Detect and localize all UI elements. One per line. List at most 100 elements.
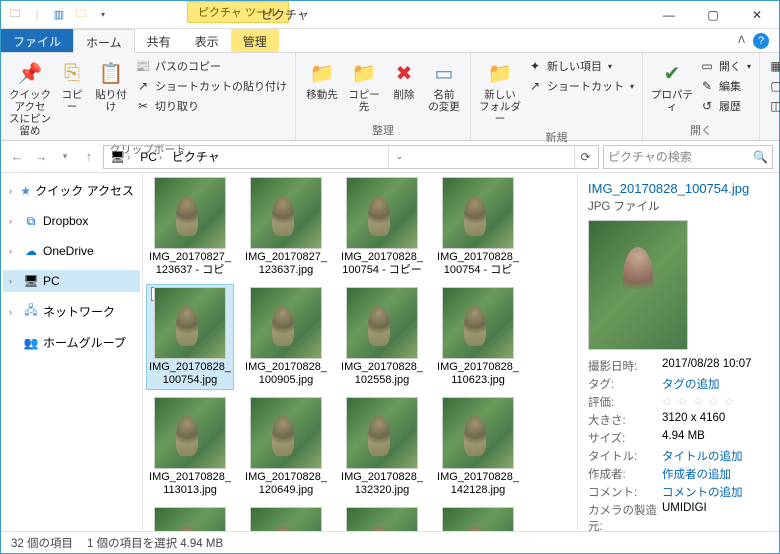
file-item[interactable]: [339, 505, 425, 531]
copy-to-button[interactable]: 📁コピー先: [344, 57, 384, 115]
homegroup-icon: 👥: [23, 335, 39, 351]
recent-dropdown[interactable]: ▾: [55, 147, 75, 167]
file-name: IMG_20170828_113013.jpg: [149, 469, 231, 497]
tree-network[interactable]: ›🖧ネットワーク: [3, 300, 140, 323]
search-icon: 🔍: [753, 150, 768, 164]
pc-icon[interactable]: 🖥›: [106, 150, 134, 164]
file-item[interactable]: IMG_20170828_113013.jpg: [147, 395, 233, 499]
rename-icon: ▭: [430, 59, 458, 87]
up-button[interactable]: ↑: [79, 147, 99, 167]
file-list[interactable]: IMG_20170827_123637 - コピー.jpgIMG_2017082…: [143, 173, 577, 531]
history-button[interactable]: ↺履歴: [697, 97, 753, 115]
file-item[interactable]: IMG_20170828_132320.jpg: [339, 395, 425, 499]
close-button[interactable]: ✕: [735, 1, 779, 29]
file-item[interactable]: ✓IMG_20170828_100754.jpg: [147, 285, 233, 389]
open-button[interactable]: ▭開く▾: [697, 57, 753, 75]
file-item[interactable]: IMG_20170828_120649.jpg: [243, 395, 329, 499]
edit-icon: ✎: [699, 78, 715, 94]
file-item[interactable]: IMG_20170828_110623.jpg: [435, 285, 521, 389]
open-icon: ▭: [699, 58, 715, 74]
ribbon: 📌クイック アクセ スにピン留め ⎘コピー 📋貼り付け 📰パスのコピー ↗ショー…: [1, 53, 779, 141]
tab-file[interactable]: ファイル: [1, 29, 73, 52]
address-bar[interactable]: 🖥› PC› ピクチャ ⌄ ⟳: [103, 145, 599, 169]
pin-icon: 📌: [16, 59, 44, 87]
file-name: IMG_20170828_100754 - コピー (2).jpg: [341, 249, 423, 277]
tab-home[interactable]: ホーム: [73, 29, 135, 53]
address-dropdown-icon[interactable]: ⌄: [388, 146, 410, 168]
file-item[interactable]: IMG_20170827_123637 - コピー.jpg: [147, 175, 233, 279]
tree-homegroup[interactable]: 👥ホームグループ: [3, 331, 140, 354]
invert-selection-button[interactable]: ◫選択の切り替え: [766, 97, 780, 115]
file-item[interactable]: IMG_20170828_142128.jpg: [435, 395, 521, 499]
file-item[interactable]: IMG_20170828_100754 - コピー (2).jpg: [339, 175, 425, 279]
tab-share[interactable]: 共有: [135, 29, 183, 52]
thumbnail: [442, 397, 514, 469]
new-folder-icon[interactable]: 🗀: [73, 7, 89, 23]
tab-view[interactable]: 表示: [183, 29, 231, 52]
dropbox-icon: ⧉: [23, 213, 39, 229]
ribbon-group-organize: 📁移動先 📁コピー先 ✖削除 ▭名前 の変更 整理: [296, 53, 471, 140]
paste-button[interactable]: 📋貼り付け: [91, 57, 131, 115]
folder-icon: 🗀: [7, 7, 23, 23]
thumbnail: [346, 397, 418, 469]
minimize-button[interactable]: —: [647, 1, 691, 29]
properties-button[interactable]: ✔プロパティ: [649, 57, 695, 115]
tab-manage[interactable]: 管理: [231, 29, 279, 52]
pin-quick-access-button[interactable]: 📌クイック アクセ スにピン留め: [7, 57, 53, 139]
cut-button[interactable]: ✂切り取り: [133, 97, 289, 115]
tree-dropbox[interactable]: ›⧉Dropbox: [3, 210, 140, 232]
file-item[interactable]: IMG_20170827_123637.jpg: [243, 175, 329, 279]
rename-button[interactable]: ▭名前 の変更: [424, 57, 464, 115]
select-all-button[interactable]: ▦すべて選択: [766, 57, 780, 75]
copy-path-button[interactable]: 📰パスのコピー: [133, 57, 289, 75]
thumbnail: [154, 287, 226, 359]
new-shortcut-button[interactable]: ↗ショートカット▾: [525, 77, 636, 95]
thumbnail: [154, 177, 226, 249]
refresh-button[interactable]: ⟳: [574, 146, 596, 168]
pc-icon: 🖥: [23, 273, 39, 289]
paste-icon: 📋: [97, 59, 125, 87]
delete-button[interactable]: ✖削除: [386, 57, 422, 103]
file-item[interactable]: [435, 505, 521, 531]
tree-onedrive[interactable]: ›☁OneDrive: [3, 240, 140, 262]
thumbnail: [250, 177, 322, 249]
network-icon: 🖧: [23, 304, 39, 320]
details-filename: IMG_20170828_100754.jpg: [588, 181, 769, 196]
breadcrumb-folder[interactable]: ピクチャ: [168, 148, 224, 165]
help-icon[interactable]: ?: [753, 33, 769, 49]
copy-button[interactable]: ⎘コピー: [55, 57, 89, 115]
collapse-ribbon-icon[interactable]: ᐱ: [738, 35, 745, 46]
thumbnail: [346, 177, 418, 249]
content-area: ›★クイック アクセス ›⧉Dropbox ›☁OneDrive ›🖥PC ›🖧…: [1, 173, 779, 531]
details-properties: 撮影日時:2017/08/28 10:07 タグ:タグの追加 評価:☆ ☆ ☆ …: [588, 358, 769, 531]
thumbnail: [250, 507, 322, 531]
details-pane: IMG_20170828_100754.jpg JPG ファイル 撮影日時:20…: [577, 173, 779, 531]
file-name: IMG_20170828_132320.jpg: [341, 469, 423, 497]
new-folder-button[interactable]: 📁新しい フォルダー: [477, 57, 523, 127]
tree-quick-access[interactable]: ›★クイック アクセス: [3, 179, 140, 202]
group-label: 整理: [302, 120, 464, 138]
paste-shortcut-button[interactable]: ↗ショートカットの貼り付け: [133, 77, 289, 95]
back-button[interactable]: ←: [7, 147, 27, 167]
file-item[interactable]: IMG_20170828_100905.jpg: [243, 285, 329, 389]
copyto-icon: 📁: [350, 59, 378, 87]
new-item-button[interactable]: ✦新しい項目▾: [525, 57, 636, 75]
edit-button[interactable]: ✎編集: [697, 77, 753, 95]
thumbnail: [154, 507, 226, 531]
file-item[interactable]: [243, 505, 329, 531]
select-none-button[interactable]: ▢選択解除: [766, 77, 780, 95]
file-item[interactable]: IMG_20170828_100754 - コピー.jpg: [435, 175, 521, 279]
move-to-button[interactable]: 📁移動先: [302, 57, 342, 103]
forward-button[interactable]: →: [31, 147, 51, 167]
file-item[interactable]: IMG_20170828_102558.jpg: [339, 285, 425, 389]
properties-icon[interactable]: ▥: [51, 7, 67, 23]
properties-icon: ✔: [658, 59, 686, 87]
maximize-button[interactable]: ▢: [691, 1, 735, 29]
search-input[interactable]: ピクチャの検索 🔍: [603, 145, 773, 169]
file-name: IMG_20170828_100754 - コピー.jpg: [437, 249, 519, 277]
breadcrumb-pc[interactable]: PC›: [136, 150, 166, 164]
tree-pc[interactable]: ›🖥PC: [3, 270, 140, 292]
rating-stars[interactable]: ☆ ☆ ☆ ☆ ☆: [662, 394, 769, 410]
qat-dropdown-icon[interactable]: ▾: [95, 7, 111, 23]
file-item[interactable]: [147, 505, 233, 531]
